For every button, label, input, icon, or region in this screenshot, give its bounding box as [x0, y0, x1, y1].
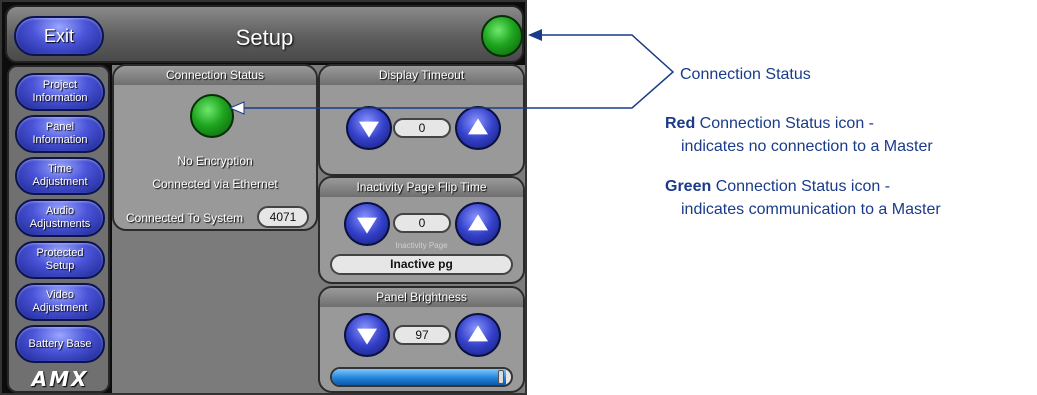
brightness-up-button[interactable]	[455, 313, 501, 357]
exit-button[interactable]: Exit	[14, 16, 104, 56]
connection-status-panel: Connection Status No Encryption Connecte…	[112, 64, 318, 231]
brightness-slider-handle[interactable]	[497, 370, 504, 384]
display-timeout-up-button[interactable]	[455, 106, 501, 150]
battery-base-button[interactable]: Battery Base	[15, 325, 105, 363]
green-text: Connection Status icon -	[711, 178, 891, 195]
green-label: Green	[665, 178, 712, 195]
red-description-line2: indicates no connection to a Master	[681, 138, 933, 155]
connection-type: Connected via Ethernet	[152, 177, 278, 191]
encryption-status: No Encryption	[177, 154, 253, 168]
callout-title: Connection Status	[680, 66, 811, 83]
callout-arrowhead-top	[528, 29, 542, 41]
red-text: Connection Status icon -	[695, 115, 874, 132]
arrow-down-icon	[359, 121, 379, 138]
inactivity-page-label: Inactivity Page	[395, 241, 448, 250]
connection-status-icon	[481, 15, 523, 57]
green-description-line2: indicates communication to a Master	[681, 201, 941, 218]
brightness-slider[interactable]	[330, 367, 513, 387]
brightness-value: 97	[393, 325, 451, 345]
system-number: 4071	[257, 206, 309, 228]
video-adjustment-button[interactable]: Video Adjustment	[15, 283, 105, 321]
inactivity-title: Inactivity Page Flip Time	[320, 178, 523, 197]
arrow-up-icon	[468, 214, 488, 231]
arrow-down-icon	[357, 328, 377, 345]
audio-adjustments-button[interactable]: Audio Adjustments	[15, 199, 105, 237]
display-timeout-value: 0	[393, 118, 451, 138]
arrow-up-icon	[468, 118, 488, 135]
touch-panel-screenshot: Setup Exit Project Information Panel Inf…	[0, 0, 527, 395]
panel-brightness-panel: Panel Brightness 97	[318, 286, 525, 393]
time-adjustment-button[interactable]: Time Adjustment	[15, 157, 105, 195]
system-label: Connected To System	[126, 211, 244, 225]
connection-status-title: Connection Status	[114, 66, 316, 85]
connection-status-led-icon	[190, 94, 234, 138]
arrow-down-icon	[357, 217, 377, 234]
display-timeout-down-button[interactable]	[346, 106, 392, 150]
display-timeout-panel: Display Timeout 0	[318, 64, 525, 176]
brightness-title: Panel Brightness	[320, 288, 523, 307]
protected-setup-button[interactable]: Protected Setup	[15, 241, 105, 279]
brightness-slider-fill	[332, 369, 506, 385]
display-timeout-title: Display Timeout	[320, 66, 523, 85]
arrow-up-icon	[468, 325, 488, 342]
inactivity-value: 0	[393, 213, 451, 233]
green-description-line1: Green Connection Status icon -	[665, 178, 890, 196]
amx-logo: AMX	[31, 367, 89, 391]
panel-information-button[interactable]: Panel Information	[15, 115, 105, 153]
inactivity-page-field[interactable]: Inactive pg	[330, 254, 513, 275]
project-information-button[interactable]: Project Information	[15, 73, 105, 111]
inactivity-down-button[interactable]	[344, 202, 390, 246]
sidebar: Project Information Panel Information Ti…	[7, 65, 110, 393]
red-label: Red	[665, 115, 696, 132]
red-description-line1: Red Connection Status icon -	[665, 115, 874, 133]
inactivity-page-flip-panel: Inactivity Page Flip Time 0 Inactivity P…	[318, 176, 525, 284]
inactivity-up-button[interactable]	[455, 202, 501, 246]
brightness-down-button[interactable]	[344, 313, 390, 357]
